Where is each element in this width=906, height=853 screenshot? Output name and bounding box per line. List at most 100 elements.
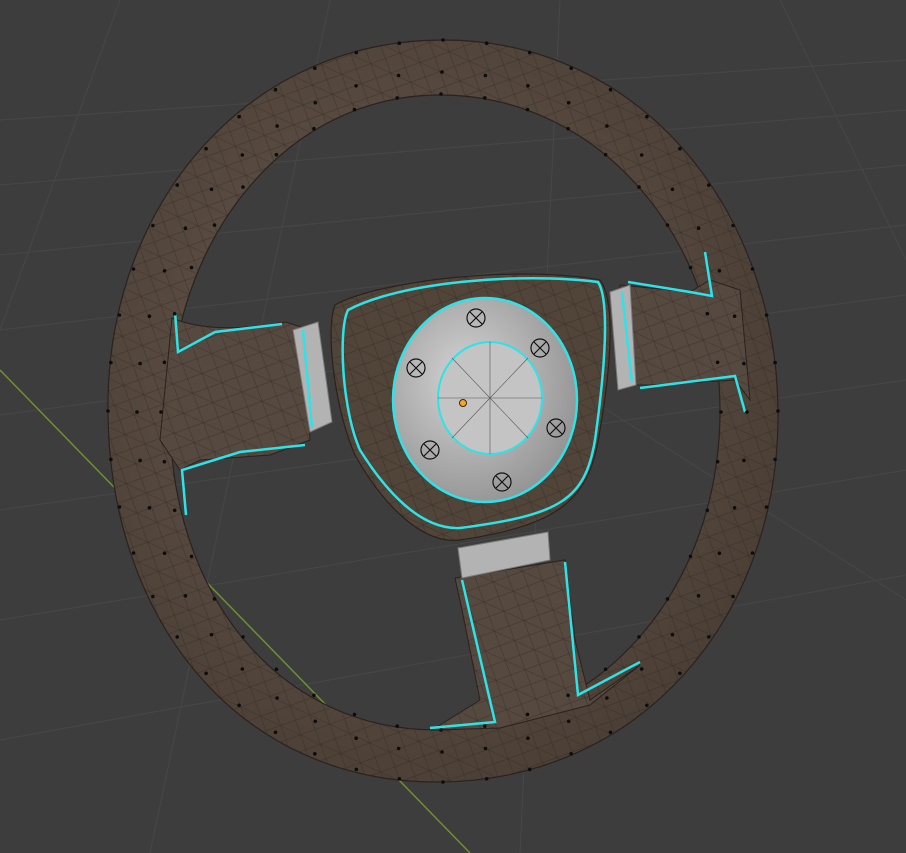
vertex-dot bbox=[483, 724, 487, 728]
vertex-dot bbox=[776, 409, 780, 413]
vertex-dot bbox=[147, 506, 152, 510]
vertex-dot bbox=[441, 780, 445, 784]
vertex-dot bbox=[717, 551, 722, 555]
vertex-dot bbox=[352, 107, 357, 112]
vertex-dot bbox=[483, 96, 487, 100]
vertex-dot bbox=[688, 554, 693, 559]
vertex-dot bbox=[527, 50, 532, 55]
vertex-dot bbox=[183, 594, 188, 598]
vertex-dot bbox=[172, 508, 177, 513]
vertex-dot bbox=[237, 114, 241, 119]
vertex-dot bbox=[665, 597, 670, 601]
vertex-dot bbox=[688, 265, 693, 270]
vertex-dot bbox=[209, 187, 214, 192]
vertex-dot bbox=[240, 153, 245, 157]
vertex-dot bbox=[313, 719, 318, 724]
vertex-dot bbox=[159, 410, 163, 414]
vertex-dot bbox=[603, 667, 608, 672]
vertex-dot bbox=[212, 597, 217, 601]
vertex-dot bbox=[731, 594, 735, 599]
vertex-dot bbox=[440, 70, 444, 74]
vertex-dot bbox=[526, 84, 530, 88]
vertex-dot bbox=[526, 736, 530, 740]
vertex-dot bbox=[639, 667, 644, 671]
vertex-dot bbox=[603, 152, 608, 157]
vertex-dot bbox=[183, 226, 188, 230]
vertex-dot bbox=[109, 360, 113, 365]
vertex-dot bbox=[439, 92, 443, 96]
vertex-dot bbox=[605, 696, 609, 700]
vertex-dot bbox=[209, 632, 214, 637]
vertex-dot bbox=[764, 505, 769, 509]
vertex-dot bbox=[237, 703, 241, 708]
vertex-dot bbox=[569, 66, 573, 70]
vertex-dot bbox=[742, 458, 746, 463]
vertex-dot bbox=[717, 269, 722, 273]
vertex-dot bbox=[175, 635, 179, 639]
vertex-dot bbox=[162, 269, 167, 273]
vertex-dot bbox=[275, 124, 279, 128]
vertex-dot bbox=[719, 410, 723, 414]
vertex-dot bbox=[240, 667, 245, 671]
vertex-dot bbox=[352, 712, 357, 717]
vertex-dot bbox=[665, 223, 670, 227]
horn-button[interactable] bbox=[391, 296, 579, 504]
vertex-dot bbox=[131, 267, 136, 271]
vertex-dot bbox=[397, 777, 402, 781]
vertex-dot bbox=[705, 508, 710, 513]
vertex-dot bbox=[274, 152, 279, 157]
vertex-dot bbox=[608, 87, 613, 92]
vertex-dot bbox=[645, 703, 649, 708]
vertex-dot bbox=[715, 360, 720, 365]
vertex-dot bbox=[566, 693, 570, 698]
3d-viewport[interactable] bbox=[0, 0, 906, 853]
vertex-dot bbox=[151, 223, 155, 228]
vertex-dot bbox=[441, 38, 445, 42]
vertex-dot bbox=[396, 73, 401, 78]
vertex-dot bbox=[204, 671, 208, 676]
vertex-dot bbox=[569, 752, 573, 756]
vertex-dot bbox=[147, 314, 152, 319]
vertex-dot bbox=[645, 114, 649, 119]
vertex-dot bbox=[670, 632, 675, 637]
vertex-dot bbox=[189, 265, 194, 270]
vertex-dot bbox=[439, 728, 443, 732]
vertex-dot bbox=[678, 671, 682, 676]
vertex-dot bbox=[483, 73, 488, 78]
vertex-dot bbox=[354, 84, 358, 88]
vertex-dot bbox=[313, 100, 318, 105]
vertex-dot bbox=[212, 223, 217, 227]
vertex-dot bbox=[750, 267, 755, 271]
vertex-dot bbox=[484, 41, 489, 45]
vertex-dot bbox=[705, 311, 710, 316]
vertex-dot bbox=[312, 126, 316, 131]
vertex-dot bbox=[608, 730, 613, 735]
vertex-dot bbox=[274, 667, 279, 672]
vertex-dot bbox=[396, 746, 401, 751]
vertex-dot bbox=[397, 41, 402, 45]
vertex-dot bbox=[637, 185, 641, 189]
vertex-dot bbox=[732, 314, 737, 319]
vertex-dot bbox=[138, 458, 142, 463]
vertex-dot bbox=[172, 311, 177, 316]
left-spoke[interactable] bbox=[159, 311, 333, 516]
vertex-dot bbox=[151, 594, 155, 599]
vertex-dot bbox=[241, 635, 245, 639]
vertex-dot bbox=[109, 457, 113, 462]
vertex-dot bbox=[162, 459, 167, 464]
vertex-dot bbox=[715, 459, 720, 464]
vertex-dot bbox=[750, 551, 755, 555]
vertex-dot bbox=[483, 746, 488, 751]
vertex-dot bbox=[670, 187, 675, 192]
vertex-dot bbox=[354, 767, 359, 772]
vertex-dot bbox=[527, 767, 532, 772]
vertex-dot bbox=[175, 183, 179, 187]
vertex-dot bbox=[678, 146, 682, 151]
vertex-dot bbox=[312, 693, 316, 698]
object-origin-icon[interactable] bbox=[459, 399, 467, 407]
vertex-dot bbox=[189, 554, 194, 559]
viewport-canvas[interactable] bbox=[0, 0, 906, 853]
vertex-dot bbox=[162, 551, 167, 555]
vertex-dot bbox=[395, 96, 400, 100]
vertex-dot bbox=[241, 185, 245, 189]
